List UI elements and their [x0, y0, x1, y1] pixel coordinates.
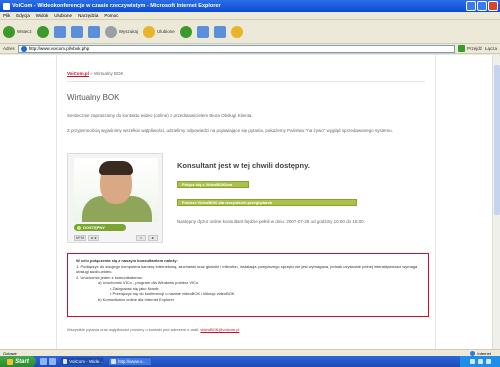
minimize-button[interactable]	[466, 1, 476, 11]
start-button[interactable]: Start	[0, 356, 36, 367]
ie-task-icon	[63, 359, 68, 364]
mail-icon[interactable]	[196, 25, 209, 38]
menu-file[interactable]: Plik	[3, 13, 10, 18]
start-label: Start	[15, 358, 29, 365]
zone-label: Internet	[477, 350, 491, 356]
address-url: http://www.voicom.pl/vbok.php	[28, 46, 90, 51]
close-button[interactable]	[488, 1, 498, 11]
links-label[interactable]: Łącza	[485, 46, 497, 51]
address-input[interactable]: http://www.voicom.pl/vbok.php	[17, 44, 455, 53]
windows-flag-icon	[7, 358, 14, 365]
intro-text-2: Z przyjemnością wyjaśnimy wszelkie wątpl…	[67, 128, 393, 133]
instruction-step-1: 1. Podłączyć do swojego komputera kamerę…	[76, 263, 418, 275]
page-viewport: VoiCom.pl » Wirtualny BOK Wirtualny BOK …	[0, 55, 500, 349]
ie-quicklaunch-icon[interactable]	[40, 358, 47, 365]
contact-line: Wszystkie pytania oraz wątpliwości prosi…	[67, 327, 239, 332]
desktop-quicklaunch-icon[interactable]	[49, 358, 56, 365]
connect-button[interactable]: Połącz się z VideoBOKiem	[177, 181, 249, 188]
tray-icon-1[interactable]	[469, 359, 475, 364]
consultant-video-box: DOSTĘPNY M+M ◄◄ × ►	[67, 153, 163, 243]
system-tray	[460, 356, 500, 367]
search-button[interactable]: Wyszukaj	[104, 25, 138, 38]
favorites-button[interactable]: Ulubione	[142, 25, 175, 38]
back-arrow-icon	[3, 25, 15, 38]
breadcrumb-home-link[interactable]: VoiCom.pl	[67, 71, 89, 76]
status-label: DOSTĘPNY	[83, 225, 106, 230]
video-controls: M+M ◄◄ × ►	[74, 234, 158, 241]
back-label: Wstecz	[17, 29, 32, 34]
window-title-bar: VoiCom - Wideokonferencje w czasie rzecz…	[0, 0, 500, 12]
favorites-label: Ulubione	[156, 29, 175, 34]
divider	[67, 81, 425, 82]
maximize-button[interactable]	[477, 1, 487, 11]
task2-label: http://www.v...	[118, 359, 146, 364]
intro-text-1: Serdecznie zapraszamy do kontaktu wideo …	[67, 113, 253, 118]
volume-control[interactable]: ◄◄	[87, 234, 99, 241]
menu-help[interactable]: Pomoc	[104, 13, 118, 18]
taskbar: Start VoiCom - Wide... http://www.v...	[0, 356, 500, 367]
browser-toolbar: Wstecz Wyszukaj Ulubione	[0, 20, 500, 44]
home-icon[interactable]	[87, 25, 100, 38]
menu-view[interactable]: Widok	[36, 13, 49, 18]
menu-tools[interactable]: Narzędzia	[78, 13, 98, 18]
folder-icon[interactable]	[230, 25, 243, 38]
address-label: Adres	[3, 46, 15, 51]
page-content: VoiCom.pl » Wirtualny BOK Wirtualny BOK …	[56, 55, 436, 349]
window-controls	[466, 1, 498, 11]
stop-icon[interactable]	[53, 25, 66, 38]
address-bar: Adres http://www.voicom.pl/vbok.php Prze…	[0, 44, 500, 54]
breadcrumb: VoiCom.pl » Wirtualny BOK	[67, 71, 123, 76]
history-icon[interactable]	[179, 25, 192, 38]
taskbar-item-second[interactable]: http://www.v...	[108, 357, 152, 366]
menu-edit[interactable]: Edycja	[16, 13, 30, 18]
vertical-scrollbar[interactable]	[492, 55, 500, 349]
window-title: VoiCom - Wideokonferencje w czasie rzecz…	[12, 3, 221, 9]
instruction-step-2b: b) Komunikator online dla Internet Explo…	[98, 296, 175, 302]
play-button[interactable]: ►	[148, 234, 158, 241]
online-dot-icon	[77, 225, 81, 230]
print-icon[interactable]	[213, 25, 226, 38]
task1-label: VoiCom - Wide...	[69, 359, 103, 364]
availability-heading: Konsultant jest w tej chwili dostępny.	[177, 161, 310, 170]
search-label: Wyszukaj	[118, 29, 138, 34]
globe-icon	[470, 350, 476, 356]
consultant-photo	[74, 158, 158, 222]
refresh-icon[interactable]	[70, 25, 83, 38]
contact-email-link[interactable]: videoBOK@voicom.pl	[200, 327, 239, 332]
status-bar: Gotowe Internet	[0, 349, 500, 356]
search-icon	[104, 25, 117, 38]
page-title: Wirtualny BOK	[67, 93, 120, 102]
scrollbar-thumb[interactable]	[494, 65, 500, 215]
ie-task-icon-2	[111, 359, 116, 364]
next-shift-text: Następny dyżur online konsultant będzie …	[177, 219, 365, 224]
go-arrow-icon	[457, 45, 465, 52]
star-icon	[142, 25, 155, 38]
download-button[interactable]: Pobierz VideoBOK dla wszystkich przegląd…	[177, 199, 357, 206]
security-zone: Internet	[470, 350, 497, 356]
menu-favorites[interactable]: Ulubione	[54, 13, 72, 18]
page-icon	[20, 45, 27, 52]
taskbar-item-voicom[interactable]: VoiCom - Wide...	[60, 357, 104, 366]
quick-launch	[40, 358, 56, 365]
status-badge: DOSTĘPNY	[74, 224, 126, 231]
status-text: Gotowe	[3, 350, 17, 356]
ie-app-icon	[3, 2, 10, 10]
contact-text: Wszystkie pytania oraz wątpliwości prosi…	[67, 327, 200, 332]
go-button[interactable]: Przejdź	[457, 45, 482, 52]
breadcrumb-current: » Wirtualny BOK	[90, 71, 124, 76]
back-button[interactable]: Wstecz	[3, 25, 32, 38]
go-label: Przejdź	[466, 46, 482, 51]
tray-icon-2[interactable]	[477, 359, 483, 364]
forward-arrow-icon[interactable]	[36, 25, 49, 38]
audio-video-toggle[interactable]: M+M	[74, 234, 86, 241]
close-video-button[interactable]: ×	[136, 234, 146, 241]
menu-bar: Plik Edycja Widok Ulubione Narzędzia Pom…	[0, 12, 500, 20]
instructions-box: W celu połączenia się z naszym konsultan…	[67, 253, 429, 317]
tray-icon-3[interactable]	[485, 359, 491, 364]
consultant-panel: DOSTĘPNY M+M ◄◄ × ► Konsultant jest w te…	[67, 153, 427, 245]
